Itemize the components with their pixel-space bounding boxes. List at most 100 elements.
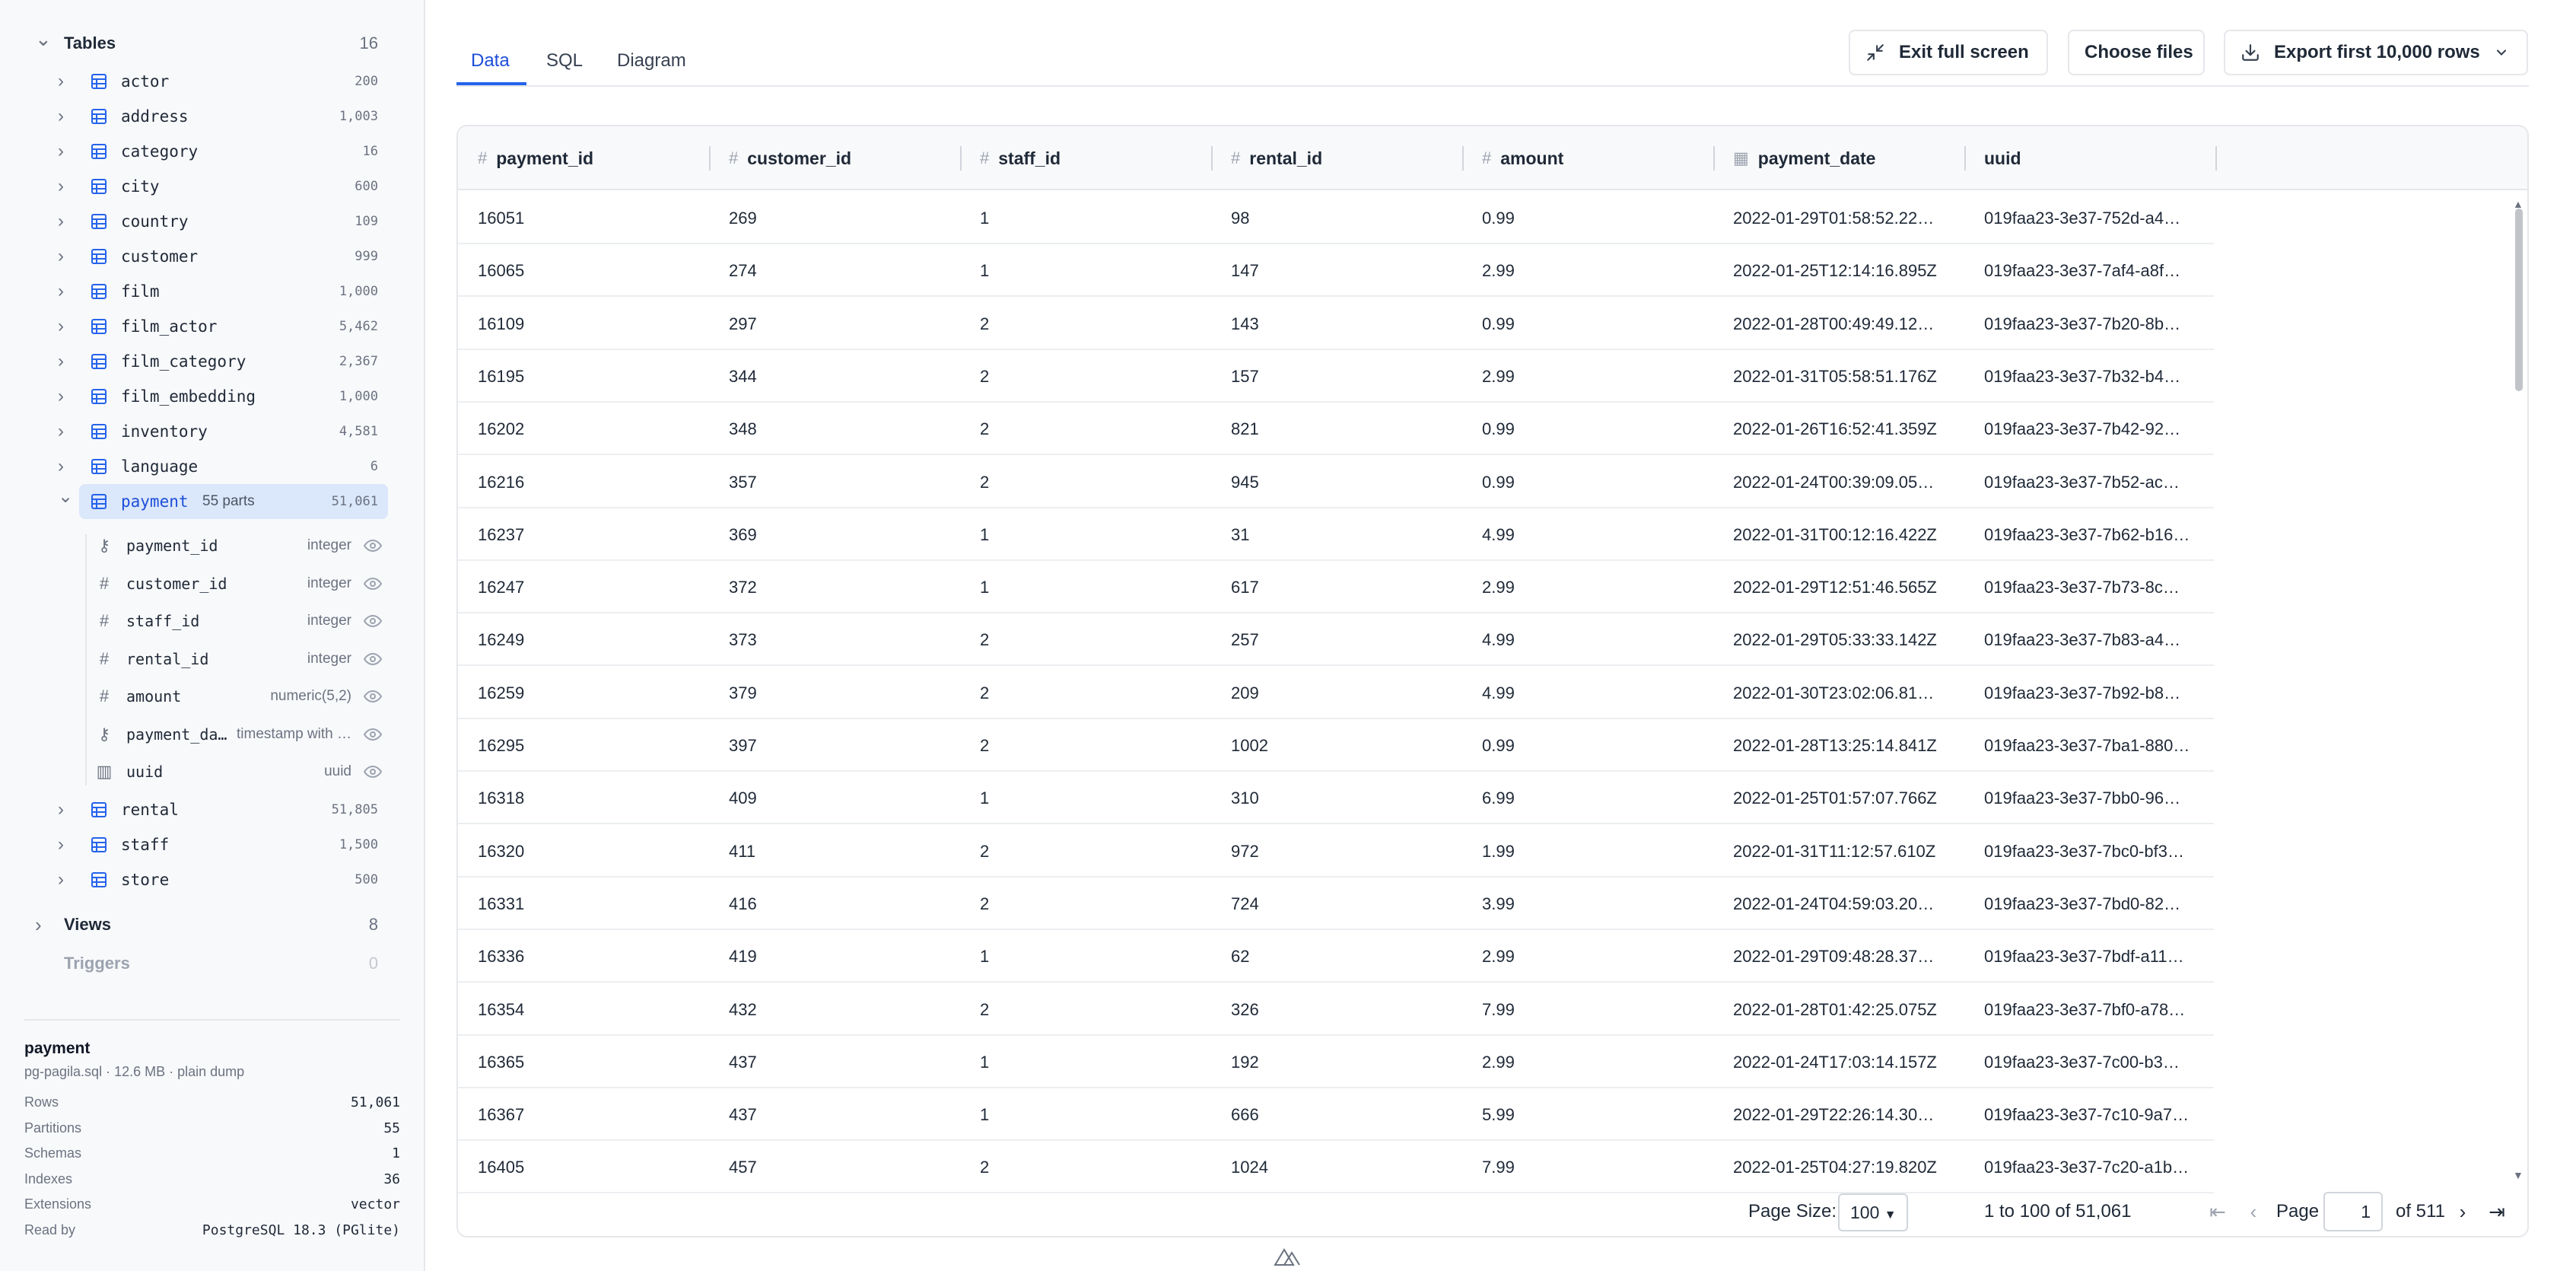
sidebar-item-city[interactable]: › city 600: [0, 169, 425, 204]
table-cell[interactable]: 2022-01-31T05:58:51.176Z: [1733, 350, 1961, 403]
table-cell[interactable]: 2022-01-25T04:27:19.820Z: [1733, 1141, 1961, 1193]
table-cell[interactable]: 019faa23-3e37-7ba1-880…: [1984, 719, 2212, 772]
chevron-right-icon[interactable]: ›: [58, 71, 64, 92]
table-cell[interactable]: 7.99: [1482, 1141, 1710, 1193]
page-number-input[interactable]: 1: [2323, 1192, 2383, 1231]
table-cell[interactable]: 972: [1231, 825, 1459, 878]
table-cell[interactable]: 2: [980, 878, 1208, 930]
table-cell[interactable]: 1: [980, 1088, 1208, 1141]
sidebar-item-country[interactable]: › country 109: [0, 204, 425, 239]
table-cell[interactable]: 019faa23-3e37-7bf0-a78…: [1984, 983, 2212, 1036]
table-cell[interactable]: 348: [729, 403, 957, 455]
sidebar-item-category[interactable]: › category 16: [0, 134, 425, 169]
column-header-customer_id[interactable]: # customer_id: [729, 126, 851, 190]
table-cell[interactable]: 2022-01-25T01:57:07.766Z: [1733, 772, 1961, 824]
table-row[interactable]: 16247 372 1 617 2.99 2022-01-29T12:51:46.565Z…: [458, 561, 2214, 614]
table-cell[interactable]: 2: [980, 1141, 1208, 1193]
table-cell[interactable]: 2022-01-29T12:51:46.565Z: [1733, 561, 1961, 613]
table-cell[interactable]: 019faa23-3e37-7b62-b16…: [1984, 508, 2212, 561]
table-cell[interactable]: 2022-01-29T05:33:33.142Z: [1733, 613, 1961, 666]
tab-data[interactable]: Data: [471, 43, 510, 85]
column-resize-handle[interactable]: [2215, 146, 2217, 170]
table-cell[interactable]: 98: [1231, 192, 1459, 244]
table-cell[interactable]: 2022-01-31T00:12:16.422Z: [1733, 508, 1961, 561]
column-item[interactable]: # amount numeric(5,2): [0, 679, 425, 714]
table-cell[interactable]: 2: [980, 350, 1208, 403]
table-cell[interactable]: 16109: [478, 298, 706, 350]
chevron-right-icon[interactable]: ›: [58, 869, 64, 890]
column-item[interactable]: ▥ uuid uuid: [0, 754, 425, 789]
table-row[interactable]: 16354 432 2 326 7.99 2022-01-28T01:42:25.075Z…: [458, 983, 2214, 1036]
table-row[interactable]: 16065 274 1 147 2.99 2022-01-25T12:14:16.895Z…: [458, 244, 2214, 298]
table-cell[interactable]: 2.99: [1482, 244, 1710, 297]
table-cell[interactable]: 274: [729, 244, 957, 297]
table-cell[interactable]: 019faa23-3e37-7c10-9a7…: [1984, 1088, 2212, 1141]
table-cell[interactable]: 2: [980, 613, 1208, 666]
table-cell[interactable]: 0.99: [1482, 719, 1710, 772]
chevron-right-icon[interactable]: ›: [58, 176, 64, 197]
sidebar-item-payment[interactable]: ⌄ payment 55 parts 51,061: [0, 484, 425, 519]
table-cell[interactable]: 2: [980, 456, 1208, 508]
table-cell[interactable]: 16318: [478, 772, 706, 824]
table-cell[interactable]: 0.99: [1482, 298, 1710, 350]
sidebar-item-rental[interactable]: › rental 51,805: [0, 792, 425, 827]
table-cell[interactable]: 416: [729, 878, 957, 930]
column-item[interactable]: ⚷ payment_da… timestamp with …: [0, 717, 425, 752]
table-cell[interactable]: 16216: [478, 456, 706, 508]
prev-page-icon[interactable]: ‹: [2240, 1198, 2267, 1225]
sidebar-item-language[interactable]: › language 6: [0, 449, 425, 484]
table-cell[interactable]: 2022-01-24T04:59:03.20…: [1733, 878, 1961, 930]
table-cell[interactable]: 16367: [478, 1088, 706, 1141]
sidebar-item-film[interactable]: › film 1,000: [0, 274, 425, 309]
sidebar-item-actor[interactable]: › actor 200: [0, 64, 425, 99]
table-cell[interactable]: 1: [980, 561, 1208, 613]
views-section-header[interactable]: › Views 8: [0, 907, 425, 942]
tab-sql[interactable]: SQL: [546, 43, 583, 85]
table-row[interactable]: 16195 344 2 157 2.99 2022-01-31T05:58:51.176Z…: [458, 350, 2214, 403]
table-cell[interactable]: 16195: [478, 350, 706, 403]
table-row[interactable]: 16216 357 2 945 0.99 2022-01-24T00:39:09.05… 0…: [458, 456, 2214, 508]
table-cell[interactable]: 4.99: [1482, 613, 1710, 666]
column-item[interactable]: # rental_id integer: [0, 642, 425, 677]
table-cell[interactable]: 4.99: [1482, 508, 1710, 561]
table-row[interactable]: 16320 411 2 972 1.99 2022-01-31T11:12:57.610Z…: [458, 825, 2214, 878]
table-cell[interactable]: 147: [1231, 244, 1459, 297]
table-cell[interactable]: 1002: [1231, 719, 1459, 772]
table-cell[interactable]: 1: [980, 244, 1208, 297]
column-header-payment_date[interactable]: ▦ payment_date: [1733, 126, 1875, 190]
table-cell[interactable]: 724: [1231, 878, 1459, 930]
table-cell[interactable]: 617: [1231, 561, 1459, 613]
table-cell[interactable]: 2: [980, 719, 1208, 772]
table-row[interactable]: 16202 348 2 821 0.99 2022-01-26T16:52:41.359Z…: [458, 403, 2214, 456]
table-cell[interactable]: 2022-01-28T13:25:14.841Z: [1733, 719, 1961, 772]
table-cell[interactable]: 157: [1231, 350, 1459, 403]
table-row[interactable]: 16237 369 1 31 4.99 2022-01-31T00:12:16.422Z 0…: [458, 508, 2214, 561]
table-row[interactable]: 16249 373 2 257 4.99 2022-01-29T05:33:33.142Z…: [458, 613, 2214, 667]
chevron-down-icon[interactable]: ⌄: [58, 486, 73, 508]
table-cell[interactable]: 019faa23-3e37-7bd0-82…: [1984, 878, 2212, 930]
column-resize-handle[interactable]: [960, 146, 962, 170]
table-cell[interactable]: 344: [729, 350, 957, 403]
table-cell[interactable]: 397: [729, 719, 957, 772]
chevron-right-icon[interactable]: ›: [58, 386, 64, 407]
eye-icon[interactable]: [363, 612, 383, 630]
table-cell[interactable]: 16202: [478, 403, 706, 455]
chevron-right-icon[interactable]: ›: [58, 281, 64, 302]
chevron-right-icon[interactable]: ›: [58, 421, 64, 442]
sidebar-item-store[interactable]: › store 500: [0, 862, 425, 897]
column-resize-handle[interactable]: [1211, 146, 1213, 170]
sidebar-item-film_embedding[interactable]: › film_embedding 1,000: [0, 379, 425, 414]
table-cell[interactable]: 357: [729, 456, 957, 508]
table-cell[interactable]: 2: [980, 825, 1208, 878]
table-cell[interactable]: 7.99: [1482, 983, 1710, 1036]
table-cell[interactable]: 666: [1231, 1088, 1459, 1141]
table-cell[interactable]: 2.99: [1482, 1036, 1710, 1088]
column-resize-handle[interactable]: [1713, 146, 1715, 170]
table-row[interactable]: 16109 297 2 143 0.99 2022-01-28T00:49:49.12… 0…: [458, 298, 2214, 350]
table-row[interactable]: 16259 379 2 209 4.99 2022-01-30T23:02:06.81… 0…: [458, 667, 2214, 719]
table-cell[interactable]: 2: [980, 403, 1208, 455]
table-cell[interactable]: 1: [980, 930, 1208, 983]
table-cell[interactable]: 432: [729, 983, 957, 1036]
table-cell[interactable]: 31: [1231, 508, 1459, 561]
table-cell[interactable]: 1: [980, 508, 1208, 561]
